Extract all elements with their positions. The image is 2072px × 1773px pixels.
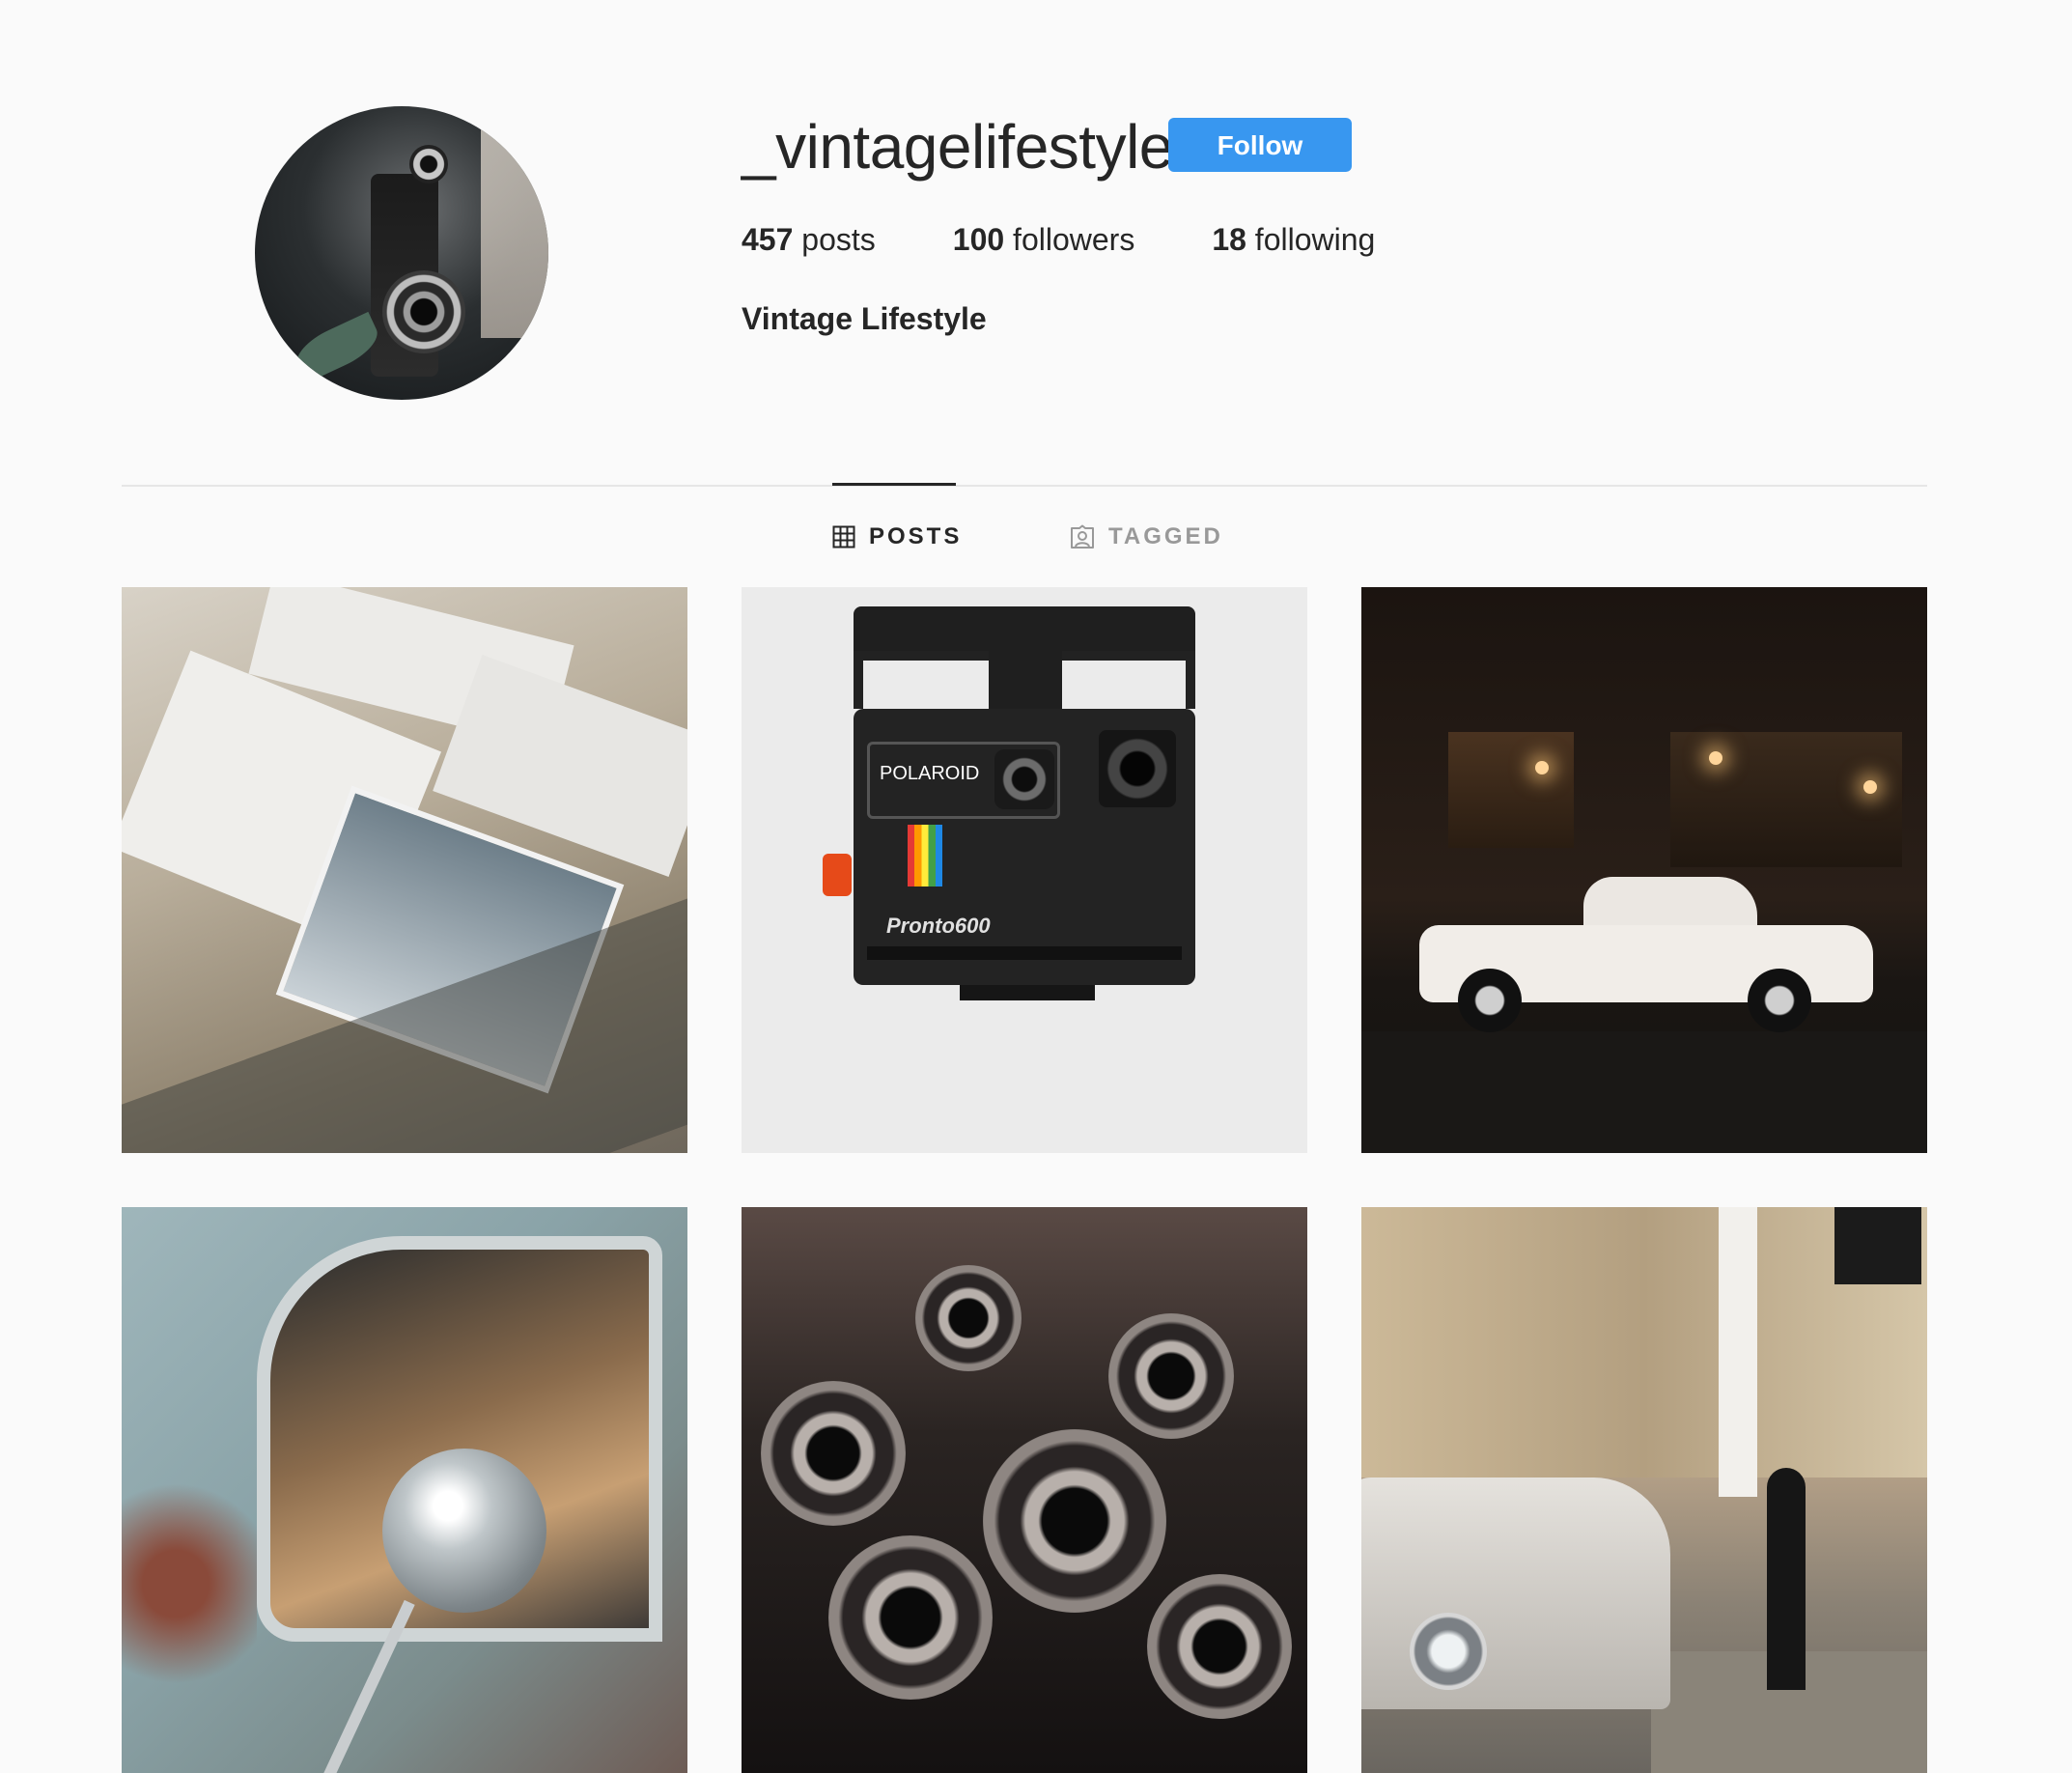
camera-lens [828,1535,993,1700]
active-tab-indicator [832,483,956,486]
shop-window [1670,732,1902,867]
follow-button[interactable]: Follow [1168,118,1352,172]
bollard [1767,1468,1806,1690]
car-wheel [1748,969,1811,1032]
camera-lens [1147,1574,1292,1719]
avatar-camera-viewfinder [409,145,448,183]
camera-rainbow-stripe [908,825,942,886]
following-label: following [1254,222,1376,257]
camera-lens [761,1381,906,1526]
avatar-leaf [289,311,385,384]
camera-shutter-button [823,854,852,896]
camera-lens [1108,1313,1234,1439]
camera-foot [960,985,1095,1000]
shop-window [1448,732,1574,848]
camera-top [854,606,1195,651]
profile-stats: 457 posts 100 followers 18 following [742,220,1375,259]
car-wheel [1458,969,1522,1032]
post-thumbnail-old-cameras[interactable] [742,1207,1307,1773]
grid-icon [832,525,855,549]
studio-lamp [1834,1207,1921,1284]
followers-label: followers [1013,222,1135,257]
post-thumbnail-letters-and-photos[interactable] [122,587,687,1153]
post-thumbnail-old-car-on-street[interactable] [1361,1207,1927,1773]
road [1361,1031,1927,1153]
pole [1719,1207,1757,1497]
posts-count-stat[interactable]: 457 posts [742,220,876,259]
profile-avatar[interactable] [255,106,548,400]
camera-brand-text: POLAROID [880,763,980,784]
following-count: 18 [1212,222,1246,257]
tab-posts[interactable]: POSTS [832,518,962,556]
tagged-user-icon [1070,524,1095,549]
camera-lens [915,1265,1022,1371]
street-light [1709,751,1722,765]
post-thumbnail-vintage-car-mirror[interactable] [122,1207,687,1773]
profile-full-name: Vintage Lifestyle [742,301,987,336]
profile-username: _vintagelifestyle [742,112,1173,182]
rust-patch [122,1439,257,1729]
posts-grid: POLAROID Pronto600 [122,587,1927,1773]
tab-tagged-label: TAGGED [1108,523,1223,549]
following-count-stat[interactable]: 18 following [1212,220,1375,259]
posts-label: posts [801,222,876,257]
tabs-divider [122,485,1927,487]
camera-model-text: Pronto600 [886,914,991,938]
followers-count: 100 [952,222,1005,257]
street-light [1863,780,1877,794]
street-light [1535,761,1549,774]
followers-count-stat[interactable]: 100 followers [953,220,1135,259]
post-thumbnail-polaroid-camera[interactable]: POLAROID Pronto600 [742,587,1307,1153]
camera-lens [983,1429,1166,1613]
avatar-background [481,126,548,338]
side-mirror [382,1449,546,1613]
tab-posts-label: POSTS [869,523,963,549]
avatar-camera-lens [382,270,465,353]
camera-viewfinder [1099,730,1176,807]
car-headlight [1410,1613,1487,1690]
posts-count: 457 [742,222,794,257]
car-body [1361,1478,1670,1709]
camera-lens [994,749,1054,809]
camera-film-slot [867,946,1182,960]
post-thumbnail-white-car-at-night[interactable] [1361,587,1927,1153]
tab-tagged[interactable]: TAGGED [1070,518,1223,556]
